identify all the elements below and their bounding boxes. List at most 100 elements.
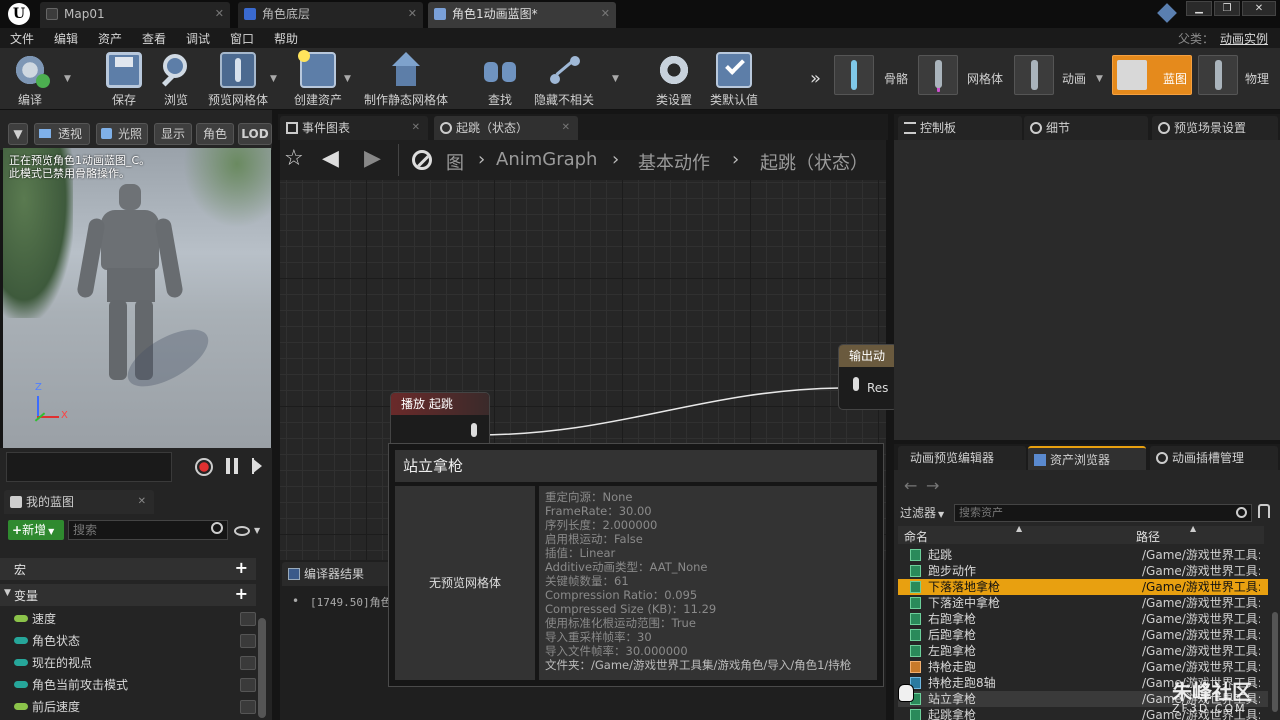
viewport-options-button[interactable]: ▼	[8, 123, 28, 145]
asset-row[interactable]: 跑步动作/Game/游戏世界工具:	[898, 563, 1268, 579]
close-icon[interactable]: ✕	[138, 490, 146, 514]
menu-view[interactable]: 查看	[142, 30, 166, 47]
breadcrumb-basic-actions[interactable]: 基本动作	[638, 149, 710, 175]
add-new-button[interactable]: +新增 ▼	[8, 520, 64, 540]
hide-unrelated-dropdown[interactable]: ▼	[612, 74, 619, 84]
mode-blueprint-button[interactable]: 蓝图	[1112, 55, 1192, 95]
close-icon[interactable]: ✕	[408, 2, 417, 26]
mode-skeleton-button[interactable]	[834, 55, 874, 95]
tab-anim-preview-editor[interactable]: 动画预览编辑器	[898, 446, 1026, 470]
unreal-logo-icon[interactable]: U	[8, 3, 30, 25]
animation-mode-dropdown[interactable]: ▼	[1096, 74, 1103, 84]
visibility-toggle-icon[interactable]	[240, 656, 256, 670]
pose-input-pin-icon[interactable]	[853, 377, 859, 391]
asset-row[interactable]: 左跑拿枪/Game/游戏世界工具:	[898, 643, 1268, 659]
variable-item[interactable]: 角色当前攻击模式	[10, 674, 272, 696]
favorite-star-icon[interactable]: ☆	[284, 146, 304, 171]
compiler-message[interactable]: [1749.50]角色	[310, 594, 392, 610]
back-arrow-icon[interactable]: ◀	[322, 146, 339, 171]
parent-class-value[interactable]: 动画实例	[1220, 30, 1268, 47]
my-blueprint-tab[interactable]: 我的蓝图 ✕	[4, 490, 154, 514]
close-icon[interactable]: ✕	[601, 2, 610, 26]
preview-viewport[interactable]: 正在预览角色1动画蓝图_C。 此模式已禁用骨骼操作。 Z X	[3, 148, 271, 448]
breadcrumb-animgraph[interactable]: AnimGraph	[496, 149, 597, 170]
notification-icon[interactable]	[1157, 3, 1177, 23]
macros-section[interactable]: 宏 +	[0, 558, 256, 580]
menu-edit[interactable]: 编辑	[54, 30, 78, 47]
variable-item[interactable]: 角色状态	[10, 630, 272, 652]
lighting-button[interactable]: 光照	[96, 123, 148, 145]
visibility-eye-icon[interactable]	[234, 526, 250, 536]
tab-details[interactable]: 细节	[1024, 116, 1148, 140]
filters-button[interactable]: 过滤器 ▼	[900, 504, 944, 521]
variable-item[interactable]: 前后速度	[10, 696, 272, 718]
visibility-toggle-icon[interactable]	[240, 634, 256, 648]
asset-row[interactable]: 右跑拿枪/Game/游戏世界工具:	[898, 611, 1268, 627]
tab-event-graph[interactable]: 事件图表 ✕	[280, 116, 428, 140]
make-static-mesh-button[interactable]: 制作静态网格体	[364, 50, 448, 108]
timeline-field[interactable]	[6, 452, 172, 482]
menu-window[interactable]: 窗口	[230, 30, 254, 47]
tab-anim-blueprint[interactable]: 角色1动画蓝图* ✕	[428, 2, 616, 28]
record-button[interactable]	[195, 458, 213, 476]
output-pose-node[interactable]: 输出动 Res	[838, 344, 898, 410]
mode-physics-button[interactable]	[1198, 55, 1238, 95]
perspective-button[interactable]: 透视	[34, 123, 90, 145]
pose-output-pin-icon[interactable]	[471, 423, 477, 437]
create-asset-dropdown[interactable]: ▼	[344, 74, 351, 84]
column-path[interactable]: 路径	[1136, 528, 1160, 545]
preview-mesh-dropdown[interactable]: ▼	[270, 74, 277, 84]
mode-animation-button[interactable]	[1014, 55, 1054, 95]
tab-preview-scene-settings[interactable]: 预览场景设置	[1152, 116, 1278, 140]
search-icon[interactable]	[211, 522, 223, 534]
forward-arrow-icon[interactable]: →	[926, 476, 939, 495]
tab-map01[interactable]: Map01 ✕	[40, 2, 230, 28]
pause-button[interactable]	[226, 458, 238, 474]
menu-file[interactable]: 文件	[10, 30, 34, 47]
compile-options-dropdown[interactable]: ▼	[64, 74, 71, 84]
asset-search-input[interactable]: 搜索资产	[954, 504, 1252, 522]
breadcrumb-graph[interactable]: 图	[446, 149, 464, 175]
variable-item[interactable]: 速度	[10, 608, 272, 630]
expand-arrow-icon[interactable]: ▼	[4, 588, 11, 598]
minimize-button[interactable]: ▁	[1186, 1, 1212, 16]
variable-item[interactable]: 现在的视点	[10, 652, 272, 674]
menu-debug[interactable]: 调试	[186, 30, 210, 47]
forward-arrow-icon[interactable]: ▶	[364, 146, 381, 171]
search-icon[interactable]	[1236, 507, 1247, 518]
tab-character-base[interactable]: 角色底层 ✕	[238, 2, 423, 28]
breadcrumb-jump-state[interactable]: 起跳（状态）	[760, 149, 868, 175]
tab-palette[interactable]: 控制板	[898, 116, 1022, 140]
class-defaults-button[interactable]: 类默认值	[704, 50, 764, 108]
asset-row[interactable]: 下落途中拿枪/Game/游戏世界工具:	[898, 595, 1268, 611]
asset-row[interactable]: 起跳/Game/游戏世界工具:	[898, 547, 1268, 563]
asset-row[interactable]: 后跑拿枪/Game/游戏世界工具:	[898, 627, 1268, 643]
chevron-down-icon[interactable]: ▼	[254, 526, 260, 535]
asset-row[interactable]: 持枪走跑/Game/游戏世界工具:	[898, 659, 1268, 675]
asset-row-selected[interactable]: 下落落地拿枪/Game/游戏世界工具:	[898, 579, 1268, 595]
scrollbar[interactable]	[258, 618, 266, 718]
create-asset-button[interactable]: 创建资产	[288, 50, 348, 108]
back-arrow-icon[interactable]: ←	[904, 476, 917, 495]
lod-button[interactable]: LOD	[238, 123, 272, 145]
menu-asset[interactable]: 资产	[98, 30, 122, 47]
tab-jump-state[interactable]: 起跳（状态） ✕	[434, 116, 578, 140]
add-macro-plus-icon[interactable]: +	[235, 558, 248, 577]
tab-anim-slot-manager[interactable]: 动画插槽管理	[1150, 446, 1278, 470]
close-icon[interactable]: ✕	[412, 116, 420, 140]
compile-button[interactable]: 编译	[0, 50, 60, 108]
preview-mesh-button[interactable]: 预览网格体	[208, 50, 268, 108]
close-icon[interactable]: ✕	[562, 116, 570, 140]
maximize-button[interactable]: ❐	[1214, 1, 1240, 16]
mode-mesh-button[interactable]	[918, 55, 958, 95]
close-icon[interactable]: ✕	[215, 2, 224, 26]
menu-help[interactable]: 帮助	[274, 30, 298, 47]
visibility-toggle-icon[interactable]	[240, 678, 256, 692]
more-modes-chevron-icon[interactable]: »	[810, 68, 821, 89]
variables-section[interactable]: ▼ 变量 +	[0, 584, 256, 606]
visibility-toggle-icon[interactable]	[240, 612, 256, 626]
blueprint-search-input[interactable]: 搜索	[68, 520, 228, 540]
show-button[interactable]: 显示	[154, 123, 192, 145]
tab-asset-browser[interactable]: 资产浏览器	[1028, 446, 1146, 470]
add-variable-plus-icon[interactable]: +	[235, 584, 248, 603]
